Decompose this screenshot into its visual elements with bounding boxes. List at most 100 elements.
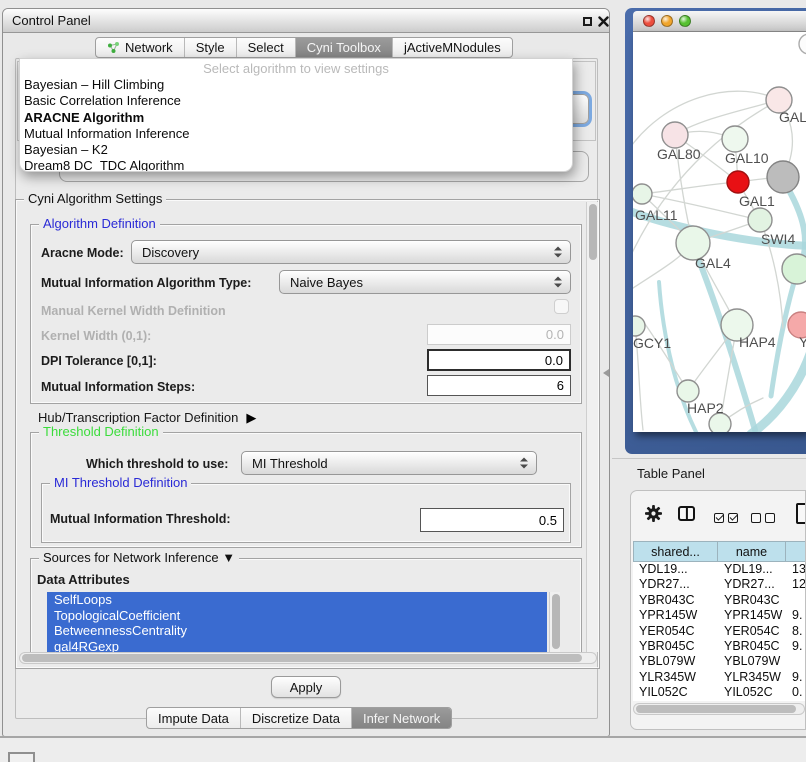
stepper-arrows-icon [554, 247, 562, 258]
tab-infer-network[interactable]: Infer Network [351, 708, 451, 728]
scrollbar-thumb[interactable] [22, 654, 582, 662]
sources-group-title[interactable]: Sources for Network Inference ▼ [39, 550, 239, 565]
network-node[interactable] [677, 380, 699, 402]
apply-button[interactable]: Apply [271, 676, 341, 698]
tab-cyni-toolbox[interactable]: Cyni Toolbox [295, 38, 392, 57]
table-cell [786, 593, 806, 608]
network-node[interactable] [767, 161, 799, 193]
dropdown-item-aracne-algorithm[interactable]: ARACNE Algorithm [20, 110, 572, 126]
float-window-icon[interactable] [583, 17, 592, 26]
attribute-topologicalcoefficient[interactable]: TopologicalCoefficient [47, 608, 547, 624]
table-row[interactable]: YLR345WYLR345W9. [633, 670, 806, 685]
network-node[interactable] [748, 208, 772, 232]
table-horizontal-scrollbar[interactable] [633, 703, 805, 715]
network-node[interactable] [633, 316, 645, 336]
network-icon [107, 41, 120, 54]
close-icon[interactable] [598, 16, 609, 27]
network-node[interactable] [633, 184, 652, 204]
tab-label: Discretize Data [252, 711, 340, 726]
table-cell: 0. [786, 685, 806, 700]
table-cell: YBL079W [633, 654, 718, 669]
mi-type-value: Naive Bayes [290, 275, 363, 290]
settings-horizontal-scrollbar[interactable] [19, 652, 597, 664]
dropdown-item-basic-correlation-inference[interactable]: Basic Correlation Inference [20, 93, 572, 109]
mi-steps-field[interactable]: 6 [427, 375, 571, 396]
minimize-light[interactable] [661, 15, 673, 27]
table-cell: YLR345W [718, 670, 786, 685]
network-node[interactable] [799, 34, 806, 54]
threshold-definition-title: Threshold Definition [39, 424, 163, 439]
zoom-light[interactable] [679, 15, 691, 27]
dropdown-item-mutual-information-inference[interactable]: Mutual Information Inference [20, 126, 572, 142]
network-edge [642, 182, 738, 194]
table-row[interactable]: YDL19...YDL19...13 [633, 562, 806, 577]
mi-threshold-field[interactable]: 0.5 [420, 508, 564, 532]
tab-select[interactable]: Select [236, 38, 295, 57]
table-row[interactable]: YER054CYER054C8. [633, 624, 806, 639]
attribute-selfloops[interactable]: SelfLoops [47, 592, 547, 608]
mi-threshold-group-title: MI Threshold Definition [50, 475, 191, 490]
table-row[interactable]: YDR27...YDR27...12 [633, 577, 806, 592]
network-node[interactable] [727, 171, 749, 193]
attributes-list-scrollbar[interactable] [549, 592, 560, 654]
aracne-mode-label: Aracne Mode: [41, 246, 124, 260]
unchecked-checkbox-pair-icon[interactable] [751, 510, 779, 528]
close-light[interactable] [643, 15, 655, 27]
table-cell: YDL19... [633, 562, 718, 577]
checked-checkbox-pair-icon[interactable] [714, 510, 742, 528]
mi-type-label: Mutual Information Algorithm Type: [41, 276, 251, 290]
mi-type-combo[interactable]: Naive Bayes [279, 270, 571, 294]
attribute-betweennesscentrality[interactable]: BetweennessCentrality [47, 623, 547, 639]
scrollbar-thumb[interactable] [589, 204, 597, 260]
settings-group-title: Cyni Algorithm Settings [24, 191, 166, 206]
which-threshold-combo[interactable]: MI Threshold [241, 451, 537, 475]
traffic-lights [643, 15, 691, 27]
dropdown-item-dream8-dc-tdc-algorithm[interactable]: Dream8 DC_TDC Algorithm [20, 158, 572, 172]
table-row[interactable]: YBR043CYBR043C [633, 593, 806, 608]
table-panel-titlebar[interactable]: Table Panel [612, 458, 806, 488]
scrollbar-thumb[interactable] [552, 594, 560, 649]
network-window-titlebar[interactable] [633, 11, 806, 32]
aracne-mode-combo[interactable]: Discovery [131, 240, 571, 264]
column-header-name[interactable]: name [718, 541, 786, 562]
scrollbar-thumb[interactable] [636, 705, 796, 713]
control-panel-title: Control Panel [12, 9, 91, 33]
expander-collapsed-icon: ▶ [246, 410, 256, 426]
split-columns-icon[interactable] [678, 506, 695, 521]
tab-jactivemnodules[interactable]: jActiveMNodules [392, 38, 512, 57]
algorithm-dropdown-popup: Select algorithm to view settings Bayesi… [19, 58, 573, 172]
tab-discretize-data[interactable]: Discretize Data [240, 708, 351, 728]
control-panel-titlebar[interactable]: Control Panel [3, 9, 609, 33]
stepper-arrows-icon [554, 277, 562, 288]
network-edge [751, 354, 806, 432]
node-label: Y [799, 334, 806, 350]
threshold-definition-group: Threshold Definition Which threshold to … [30, 432, 582, 548]
settings-vertical-scrollbar[interactable] [586, 202, 598, 652]
network-edge [633, 91, 779, 152]
table-row[interactable]: YBR045CYBR045C9. [633, 639, 806, 654]
kernel-width-field[interactable]: 0.0 [427, 324, 571, 345]
network-node[interactable] [782, 254, 806, 284]
screen: Control Panel Network Style SelectCyni Too… [0, 0, 806, 762]
table-row[interactable]: YIL052CYIL052C0. [633, 685, 806, 700]
bottom-left-widget[interactable] [8, 752, 35, 762]
dropdown-item-bayesian-k2[interactable]: Bayesian – K2 [20, 142, 572, 158]
clipped-document-icon[interactable] [796, 503, 806, 524]
tab-style[interactable]: Style [184, 38, 236, 57]
column-header-shared[interactable]: shared... [633, 541, 718, 562]
tab-impute-data[interactable]: Impute Data [147, 708, 240, 728]
manual-kernel-checkbox[interactable] [554, 299, 569, 314]
splitpane-collapse-handle[interactable] [603, 369, 609, 377]
gear-icon[interactable] [645, 505, 662, 527]
dpi-tolerance-field[interactable]: 0.0 [427, 349, 571, 371]
table-cell: YLR345W [633, 670, 718, 685]
dropdown-item-bayesian-hill-climbing[interactable]: Bayesian – Hill Climbing [20, 77, 572, 93]
network-node[interactable] [662, 122, 688, 148]
table-row[interactable]: YBL079WYBL079W [633, 654, 806, 669]
network-canvas[interactable]: GALGAL80GAL10GAL1GAL11SWI4GAL4GCY1HAP4YH… [633, 32, 806, 432]
tab-label: Style [196, 40, 225, 55]
network-node[interactable] [722, 126, 748, 152]
column-header-a[interactable]: A [786, 541, 806, 562]
table-row[interactable]: YPR145WYPR145W9. [633, 608, 806, 623]
tab-network[interactable]: Network [96, 38, 184, 57]
